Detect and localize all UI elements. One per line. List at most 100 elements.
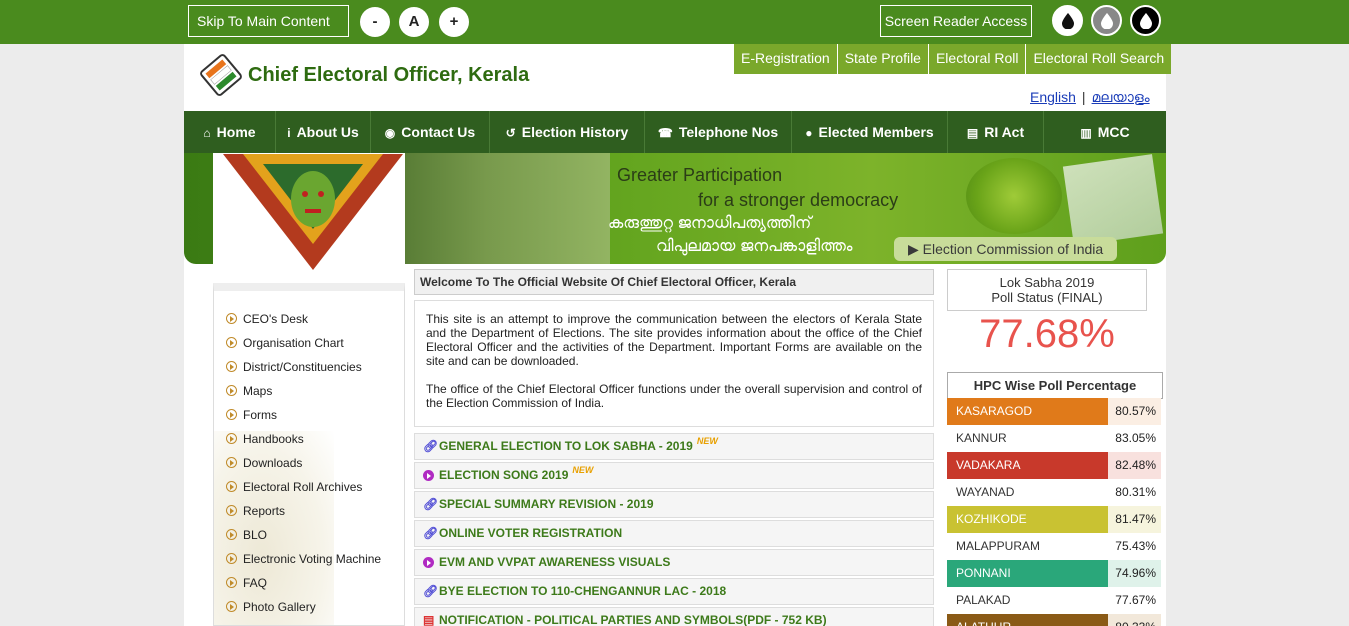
ceo-logo[interactable] bbox=[198, 50, 244, 100]
e-registration-link[interactable]: E-Registration bbox=[734, 44, 837, 74]
poll-title-line1: Lok Sabha 2019 bbox=[999, 275, 1095, 290]
hpc-row: MALAPPURAM 75.43% bbox=[947, 533, 1161, 560]
malayalam-link[interactable]: മലയാളം bbox=[1092, 89, 1150, 105]
arrow-bullet-icon bbox=[226, 553, 237, 564]
user-icon: ● bbox=[805, 126, 813, 140]
nav-election-history[interactable]: ↺ Election History bbox=[490, 111, 645, 153]
skip-to-main-content-button[interactable]: Skip To Main Content ➦ bbox=[188, 5, 349, 59]
skip-label: Skip To Main Content bbox=[197, 13, 330, 29]
language-switcher: English | മലയാളം bbox=[1030, 89, 1150, 106]
nav-contact-us[interactable]: ◉ Contact Us bbox=[371, 111, 490, 153]
sidebar-item-maps[interactable]: Maps bbox=[226, 383, 381, 407]
hpc-percentage: 80.33% bbox=[1108, 614, 1161, 626]
intro-box: This site is an attempt to improve the c… bbox=[414, 300, 934, 427]
link-special-summary-revision[interactable]: 🔗︎ SPECIAL SUMMARY REVISION - 2019 bbox=[414, 491, 934, 518]
nav-home[interactable]: ⌂ Home bbox=[184, 111, 276, 153]
link-notification-political-parties[interactable]: ▤ NOTIFICATION - POLITICAL PARTIES AND SY… bbox=[414, 607, 934, 626]
nav-label: Contact Us bbox=[401, 124, 476, 140]
play-icon bbox=[423, 557, 434, 568]
sidebar-item-district-constituencies[interactable]: District/Constituencies bbox=[226, 359, 381, 383]
nav-mcc[interactable]: ▥ MCC bbox=[1044, 111, 1166, 153]
hpc-percentage: 83.05% bbox=[1108, 425, 1161, 452]
link-icon: 🔗︎ bbox=[423, 526, 439, 540]
nav-label: About Us bbox=[296, 124, 359, 140]
droplet-icon bbox=[1140, 13, 1152, 29]
english-link[interactable]: English bbox=[1030, 89, 1076, 105]
new-badge-icon: NEW bbox=[572, 465, 594, 475]
link-label: NOTIFICATION - POLITICAL PARTIES AND SYM… bbox=[439, 613, 827, 626]
screen-reader-access-button[interactable]: Screen Reader Access bbox=[880, 5, 1032, 37]
site-title[interactable]: Chief Electoral Officer, Kerala bbox=[248, 64, 529, 87]
sidebar-item-photo-gallery[interactable]: Photo Gallery bbox=[226, 599, 381, 623]
hpc-constituency-name: VADAKARA bbox=[947, 452, 1108, 479]
sidebar-item-organisation-chart[interactable]: Organisation Chart bbox=[226, 335, 381, 359]
nav-elected-members[interactable]: ● Elected Members bbox=[792, 111, 948, 153]
hpc-percentage: 81.47% bbox=[1108, 506, 1161, 533]
arrow-bullet-icon bbox=[226, 409, 237, 420]
link-election-song-2019[interactable]: ELECTION SONG 2019 NEW bbox=[414, 462, 934, 489]
malayalam-slogan-line2: വിപുലമായ ജനപങ്കാളിത്തം bbox=[656, 238, 853, 255]
hpc-table: KASARAGOD 80.57% KANNUR 83.05% VADAKARA 82.48… bbox=[947, 398, 1161, 626]
poll-percentage: 77.68% bbox=[979, 312, 1115, 356]
state-profile-link[interactable]: State Profile bbox=[836, 44, 928, 74]
font-increase-button[interactable]: + bbox=[439, 7, 469, 37]
sidebar-item-electoral-roll-archives[interactable]: Electoral Roll Archives bbox=[226, 479, 381, 503]
theme-gray-button[interactable] bbox=[1091, 5, 1122, 36]
hpc-constituency-name: PALAKAD bbox=[947, 587, 1108, 614]
sidebar-item-reports[interactable]: Reports bbox=[226, 503, 381, 527]
arrow-bullet-icon bbox=[226, 313, 237, 324]
font-reset-button[interactable]: A bbox=[399, 7, 429, 37]
link-icon: 🔗︎ bbox=[423, 584, 439, 598]
new-badge-icon: NEW bbox=[696, 436, 718, 446]
link-bye-election-chengannur[interactable]: 🔗︎ BYE ELECTION TO 110-CHENGANNUR LAC - 2… bbox=[414, 578, 934, 605]
main-nav: ⌂ Home i About Us ◉ Contact Us ↺ Election Hi… bbox=[184, 111, 1166, 153]
hpc-constituency-name: MALAPPURAM bbox=[947, 533, 1108, 560]
eci-link[interactable]: ▶ Election Commission of India bbox=[894, 237, 1117, 261]
slogan-line1: Greater Participation bbox=[617, 165, 783, 185]
sidebar-item-label: Electronic Voting Machine bbox=[243, 552, 382, 566]
electoral-roll-search-link[interactable]: Electoral Roll Search bbox=[1025, 44, 1171, 74]
sidebar-item-downloads[interactable]: Downloads bbox=[226, 455, 381, 479]
lang-separator: | bbox=[1081, 89, 1086, 105]
sidebar-item-electronic-voting-machine[interactable]: Electronic Voting Machine bbox=[226, 551, 381, 575]
nav-ri-act[interactable]: ▤ RI Act bbox=[948, 111, 1044, 153]
link-online-voter-registration[interactable]: 🔗︎ ONLINE VOTER REGISTRATION bbox=[414, 520, 934, 547]
sidebar-item-handbooks[interactable]: Handbooks bbox=[226, 431, 381, 455]
sidebar-item-forms[interactable]: Forms bbox=[226, 407, 381, 431]
nav-about-us[interactable]: i About Us bbox=[276, 111, 371, 153]
hpc-percentage: 75.43% bbox=[1108, 533, 1161, 560]
arrow-bullet-icon bbox=[226, 361, 237, 372]
hpc-percentage: 77.67% bbox=[1108, 587, 1161, 614]
malayalam-slogan-line1: കരുത്തുറ്റ ജനാധിപത്യത്തിന് bbox=[608, 215, 812, 232]
link-evm-vvpat-visuals[interactable]: EVM AND VVPAT AWARENESS VISUALS bbox=[414, 549, 934, 576]
nav-telephone-nos[interactable]: ☎ Telephone Nos bbox=[645, 111, 792, 153]
hpc-row: KANNUR 83.05% bbox=[947, 425, 1161, 452]
hpc-row: PONNANI 74.96% bbox=[947, 560, 1161, 587]
hpc-constituency-name: KOZHIKODE bbox=[947, 506, 1108, 533]
sidebar-item-label: Reports bbox=[243, 504, 286, 518]
link-general-election-2019[interactable]: 🔗︎ GENERAL ELECTION TO LOK SABHA - 2019 NE… bbox=[414, 433, 934, 460]
link-label: ELECTION SONG 2019 bbox=[439, 468, 569, 482]
location-pin-icon: ◉ bbox=[384, 126, 396, 140]
droplet-icon bbox=[1062, 13, 1074, 29]
link-icon: 🔗︎ bbox=[423, 497, 439, 511]
electoral-roll-link[interactable]: Electoral Roll bbox=[927, 44, 1025, 74]
top-bar: Skip To Main Content ➦ - A + Screen Read… bbox=[0, 0, 1349, 59]
intro-paragraph: The office of the Chief Electoral Office… bbox=[426, 382, 922, 410]
font-decrease-button[interactable]: - bbox=[360, 7, 390, 37]
theme-light-button[interactable] bbox=[1052, 5, 1083, 36]
theme-dark-button[interactable] bbox=[1130, 5, 1161, 36]
hpc-row: ALATHUR80.33% bbox=[947, 614, 1161, 626]
eci-logo bbox=[966, 158, 1062, 234]
sidebar-item-label: Organisation Chart bbox=[243, 336, 344, 350]
hpc-constituency-name: KASARAGOD bbox=[947, 398, 1108, 425]
link-label: BYE ELECTION TO 110-CHENGANNUR LAC - 201… bbox=[439, 584, 727, 598]
sidebar-item-blo[interactable]: BLO bbox=[226, 527, 381, 551]
sidebar-item-label: CEO's Desk bbox=[243, 312, 308, 326]
sidebar-item-faq[interactable]: FAQ bbox=[226, 575, 381, 599]
sidebar-item-ceos-desk[interactable]: CEO's Desk bbox=[226, 311, 381, 335]
sidebar-item-label: Forms bbox=[243, 408, 277, 422]
sidebar-item-label: Photo Gallery bbox=[243, 600, 316, 614]
hpc-row: KOZHIKODE 81.47% bbox=[947, 506, 1161, 533]
info-icon: i bbox=[287, 126, 291, 140]
